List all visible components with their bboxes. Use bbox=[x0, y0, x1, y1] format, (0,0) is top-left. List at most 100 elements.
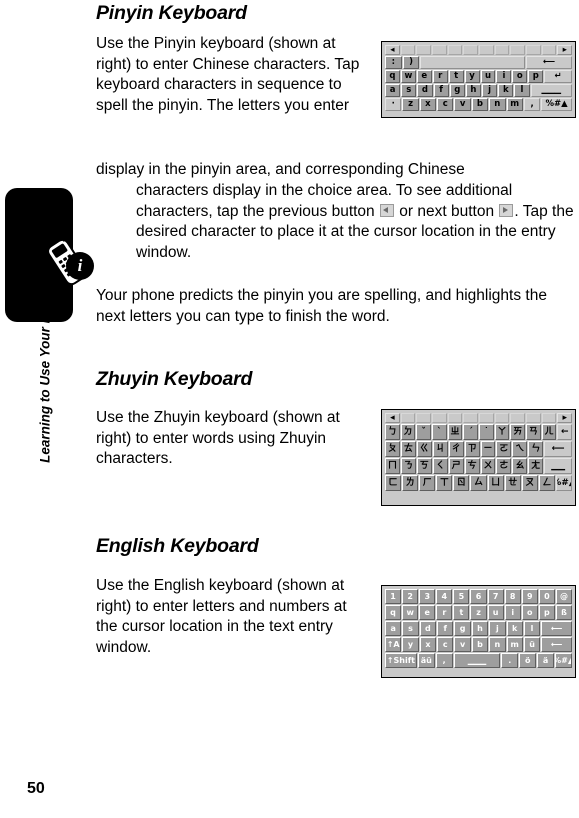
key-l[interactable]: l bbox=[523, 621, 541, 636]
key-sym[interactable]: ö bbox=[519, 653, 537, 668]
key-sym[interactable]: ㄔ bbox=[448, 441, 464, 457]
key-z[interactable]: z bbox=[402, 98, 419, 111]
key-sym[interactable]: ˇ bbox=[416, 424, 432, 440]
key-sym[interactable]: ◂ bbox=[385, 45, 400, 55]
key-A[interactable]: ↑A bbox=[385, 637, 402, 652]
key-sym[interactable]: ㄨ bbox=[480, 458, 496, 474]
key-sym[interactable]: ㄦ bbox=[541, 424, 557, 440]
key-sym[interactable]: ㄡ bbox=[521, 475, 538, 491]
key-m[interactable]: m bbox=[506, 637, 523, 652]
key-6[interactable]: 6 bbox=[470, 589, 487, 604]
key-sym[interactable]: ▸ bbox=[557, 45, 573, 55]
key-0[interactable]: 0 bbox=[538, 589, 555, 604]
key-blank[interactable] bbox=[416, 413, 432, 423]
key-t[interactable]: t bbox=[453, 605, 470, 620]
key-sym[interactable]: ㄜ bbox=[496, 458, 512, 474]
key-1[interactable]: 1 bbox=[385, 589, 402, 604]
key-blank[interactable] bbox=[400, 45, 416, 55]
key-t[interactable]: t bbox=[448, 70, 464, 83]
key-sym[interactable]: ㄌ bbox=[402, 475, 419, 491]
key-sym[interactable]: ← bbox=[557, 424, 573, 440]
key-blank[interactable] bbox=[541, 45, 557, 55]
key-sym[interactable]: ↵ bbox=[544, 70, 573, 83]
key-s[interactable]: s bbox=[401, 84, 417, 97]
key-sym[interactable]: ㄗ bbox=[464, 441, 480, 457]
key-sym[interactable]: ㄓ bbox=[447, 424, 463, 440]
key-sym[interactable]: ㄚ bbox=[494, 424, 510, 440]
key-blank[interactable] bbox=[510, 413, 526, 423]
key-sym[interactable]: ⟵ bbox=[541, 637, 572, 652]
key-sym[interactable]: ㄍ bbox=[416, 441, 432, 457]
key-sym[interactable]: : bbox=[385, 56, 402, 69]
key-2[interactable]: 2 bbox=[402, 589, 419, 604]
key-9[interactable]: 9 bbox=[521, 589, 538, 604]
key-sym[interactable]: ㄆ bbox=[385, 441, 400, 457]
key-o[interactable]: o bbox=[512, 70, 528, 83]
key-sym[interactable]: ㄇ bbox=[385, 458, 400, 474]
key-sym[interactable]: ㄧ bbox=[480, 441, 496, 457]
key-a[interactable]: a bbox=[385, 621, 402, 636]
key-blank[interactable] bbox=[510, 45, 526, 55]
key-sym[interactable]: ㄏ bbox=[419, 475, 436, 491]
key-blank[interactable] bbox=[447, 45, 463, 55]
key-blank[interactable] bbox=[432, 45, 447, 55]
key-d[interactable]: d bbox=[417, 84, 433, 97]
key-sym[interactable]: ㄒ bbox=[436, 475, 453, 491]
key-v[interactable]: v bbox=[454, 637, 471, 652]
key-sym[interactable]: ˙ bbox=[479, 424, 494, 440]
key-r[interactable]: r bbox=[436, 605, 453, 620]
key-3[interactable]: 3 bbox=[419, 589, 436, 604]
key-u[interactable]: u bbox=[487, 605, 504, 620]
key-x[interactable]: x bbox=[419, 637, 437, 652]
key-8[interactable]: 8 bbox=[504, 589, 521, 604]
key-blank[interactable] bbox=[479, 413, 494, 423]
key-sym[interactable]: ü bbox=[523, 637, 541, 652]
key-sym[interactable]: ß bbox=[555, 605, 573, 620]
key-sym[interactable]: ㄋ bbox=[400, 458, 416, 474]
key-sym[interactable]: ㄟ bbox=[512, 441, 528, 457]
key-o[interactable]: o bbox=[521, 605, 538, 620]
key-c[interactable]: c bbox=[437, 98, 454, 111]
key-p[interactable]: p bbox=[538, 605, 555, 620]
key-sym[interactable]: ˊ bbox=[463, 424, 479, 440]
key-sym[interactable]: , bbox=[435, 653, 453, 668]
key-v[interactable]: v bbox=[454, 98, 471, 111]
key-5[interactable]: 5 bbox=[453, 589, 470, 604]
key-blank[interactable] bbox=[447, 413, 463, 423]
key-sym[interactable]: ▁▁▁ bbox=[453, 653, 501, 668]
key-sym[interactable]: %#▲ bbox=[555, 475, 573, 491]
key-y[interactable]: y bbox=[402, 637, 419, 652]
key-blank[interactable] bbox=[463, 413, 479, 423]
key-i[interactable]: i bbox=[496, 70, 512, 83]
key-blank[interactable] bbox=[400, 413, 416, 423]
key-k[interactable]: k bbox=[498, 84, 514, 97]
key-j[interactable]: j bbox=[482, 84, 498, 97]
key-sym[interactable]: ㄞ bbox=[510, 424, 526, 440]
key-b[interactable]: b bbox=[471, 637, 489, 652]
key-sym[interactable]: ㄘ bbox=[464, 458, 480, 474]
key-sym[interactable]: ㄥ bbox=[538, 475, 555, 491]
key-sym[interactable]: ▁▁ bbox=[544, 458, 573, 474]
key-k[interactable]: k bbox=[506, 621, 523, 636]
key-b[interactable]: b bbox=[471, 98, 489, 111]
key-e[interactable]: e bbox=[419, 605, 436, 620]
key-sym[interactable]: ㄕ bbox=[448, 458, 464, 474]
key-d[interactable]: d bbox=[419, 621, 437, 636]
key-j[interactable]: j bbox=[489, 621, 506, 636]
key-m[interactable]: m bbox=[506, 98, 523, 111]
key-Shift[interactable]: ↑Shift bbox=[385, 653, 417, 668]
key-sym[interactable]: ㄐ bbox=[432, 441, 448, 457]
key-sym[interactable]: ㄊ bbox=[400, 441, 416, 457]
key-h[interactable]: h bbox=[471, 621, 489, 636]
key-blank[interactable] bbox=[526, 45, 541, 55]
previous-button-icon[interactable] bbox=[379, 203, 394, 217]
key-sym[interactable]: , bbox=[523, 98, 541, 111]
key-blank[interactable] bbox=[494, 413, 510, 423]
key-sym[interactable]: ㄅ bbox=[385, 424, 400, 440]
key-sym[interactable]: ⟵ bbox=[541, 621, 572, 636]
key-sym[interactable]: ㄝ bbox=[504, 475, 521, 491]
key-sym[interactable]: ◂ bbox=[385, 413, 400, 423]
key-sym[interactable]: ä bbox=[537, 653, 555, 668]
key-blank[interactable] bbox=[494, 45, 510, 55]
key-blank[interactable] bbox=[432, 413, 447, 423]
